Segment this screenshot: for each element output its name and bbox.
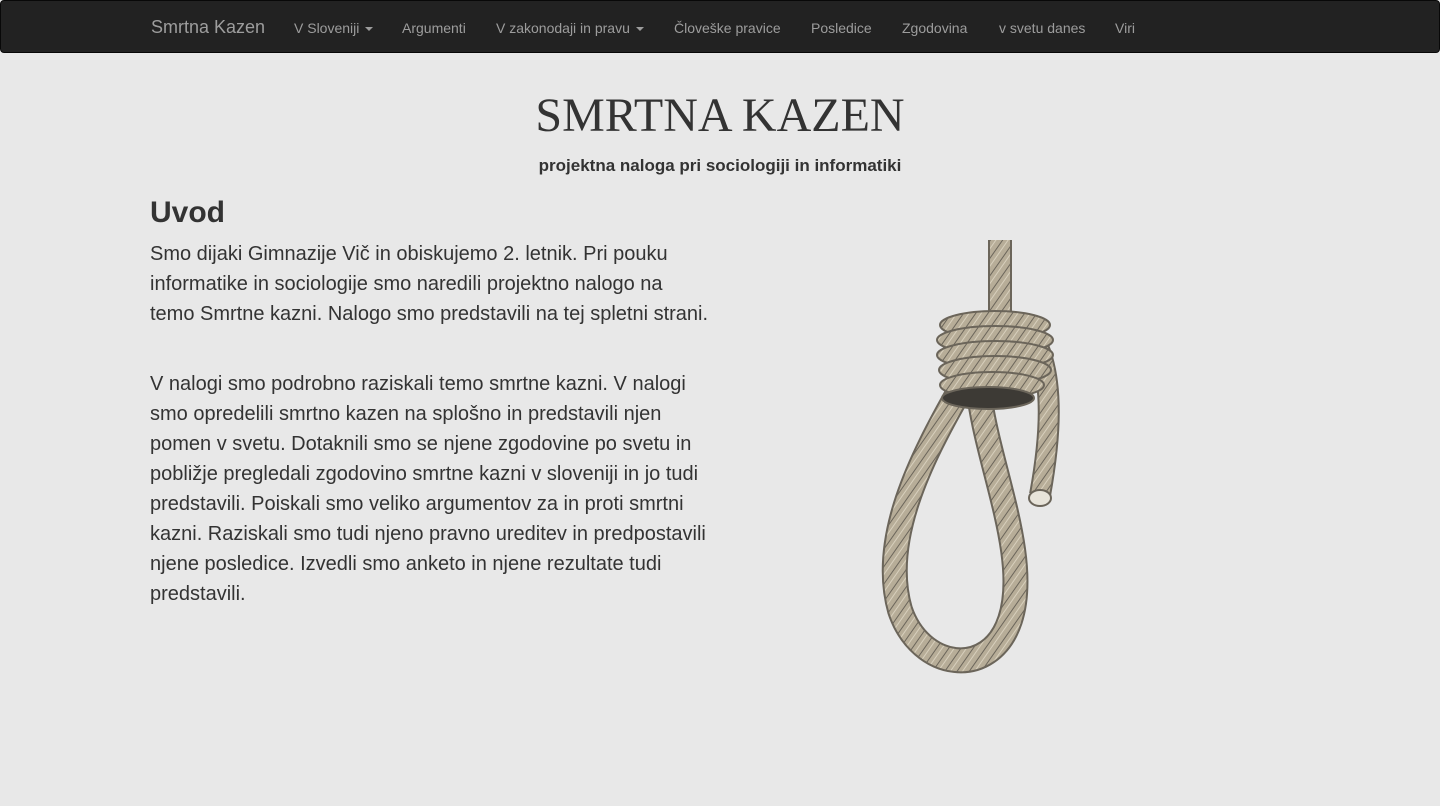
nav-item-label: Človeške pravice	[674, 20, 781, 36]
nav-item-argumenti[interactable]: Argumenti	[402, 19, 466, 37]
nav-item-v-zakonodaji[interactable]: V zakonodaji in pravu	[496, 19, 644, 37]
caret-down-icon	[635, 27, 644, 32]
noose-illustration	[881, 240, 1060, 674]
nav-item-v-svetu-danes[interactable]: v svetu danes	[999, 19, 1085, 37]
page-subtitle: projektna naloga pri sociologiji in info…	[538, 156, 902, 175]
nav-item-label: Viri	[1115, 20, 1135, 36]
brand-link[interactable]: Smrtna Kazen	[151, 16, 265, 38]
intro-paragraph-1: Smo dijaki Gimnazije Vič in obiskujemo 2…	[150, 243, 709, 325]
intro-paragraph-2: V nalogi smo podrobno raziskali temo smr…	[150, 373, 706, 605]
nav-item-label: Posledice	[811, 20, 872, 36]
nav-item-posledice[interactable]: Posledice	[811, 19, 872, 37]
caret-down-icon	[365, 27, 374, 32]
nav-item-viri[interactable]: Viri	[1115, 19, 1135, 37]
nav-item-clovekse-pravice[interactable]: Človeške pravice	[674, 19, 781, 37]
nav-item-label: Argumenti	[402, 20, 466, 36]
nav-item-label: Zgodovina	[902, 20, 968, 36]
nav-item-zgodovina[interactable]: Zgodovina	[902, 19, 967, 37]
page-title: SMRTNA KAZEN	[535, 89, 905, 142]
nav-item-label: V Sloveniji	[294, 20, 360, 36]
navbar: Smrtna Kazen V Sloveniji Argumenti V zak…	[0, 0, 1440, 53]
nav-item-v-sloveniji[interactable]: V Sloveniji	[294, 19, 374, 37]
section-heading-uvod: Uvod	[150, 196, 225, 229]
nav-item-label: V zakonodaji in pravu	[496, 20, 630, 36]
nav-item-label: v svetu danes	[999, 20, 1086, 36]
